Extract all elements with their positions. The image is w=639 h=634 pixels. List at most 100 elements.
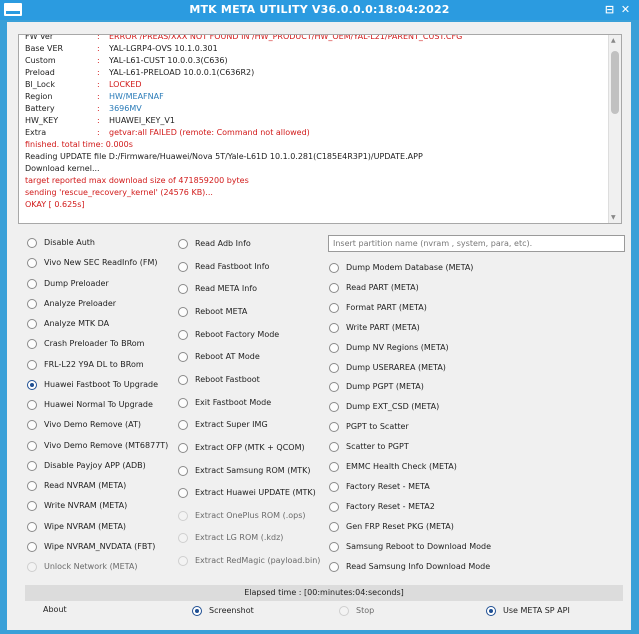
- radio-button[interactable]: [178, 329, 188, 340]
- option-label: Read PART (META): [346, 282, 419, 292]
- option-label: Dump PGPT (META): [346, 382, 424, 392]
- radio-button[interactable]: [178, 306, 188, 317]
- radio-button[interactable]: [27, 339, 37, 350]
- radio-button[interactable]: [178, 261, 188, 272]
- radio-button[interactable]: [178, 239, 188, 249]
- radio-button[interactable]: [27, 521, 37, 532]
- radio-button[interactable]: [178, 510, 188, 521]
- option-label: Exit Fastboot Mode: [195, 397, 272, 407]
- scroll-thumb[interactable]: [611, 51, 619, 114]
- radio-button[interactable]: [329, 561, 339, 572]
- option-label: Wipe NVRAM_NVDATA (FBT): [44, 541, 156, 551]
- radio-button[interactable]: [329, 362, 339, 373]
- radio-button[interactable]: [329, 541, 339, 552]
- radio-button[interactable]: [27, 238, 37, 248]
- option-label: Factory Reset - META: [346, 481, 430, 491]
- radio-button[interactable]: [27, 258, 37, 269]
- minimize-icon[interactable]: ⊟: [602, 2, 617, 17]
- log-key: Preload: [25, 68, 55, 77]
- radio-button[interactable]: [27, 379, 37, 390]
- option-label: Extract Samsung ROM (MTK): [195, 465, 311, 475]
- option-label: FRL-L22 Y9A DL to BRom: [44, 359, 144, 369]
- log-key: FW Ver: [25, 34, 54, 41]
- radio-button[interactable]: [27, 460, 37, 471]
- log-value: 3696MV: [109, 104, 142, 113]
- radio-button[interactable]: [329, 501, 339, 512]
- radio-button[interactable]: [329, 322, 339, 333]
- close-icon[interactable]: ✕: [618, 2, 633, 17]
- radio-button[interactable]: [329, 481, 339, 492]
- option-label: Huawei Normal To Upgrade: [44, 400, 153, 409]
- elapsed-time: Elapsed time : [00:minutes:04:seconds]: [25, 585, 623, 601]
- radio-button[interactable]: [178, 420, 188, 431]
- scroll-down-icon[interactable]: ▼: [611, 214, 616, 221]
- radio-button[interactable]: [329, 442, 339, 453]
- about-link[interactable]: About: [43, 605, 67, 619]
- log-value: HW/MEAFNAF: [109, 92, 164, 101]
- radio-button[interactable]: [178, 442, 188, 453]
- radio-button[interactable]: [329, 342, 339, 353]
- option-label: Extract OFP (MTK + QCOM): [195, 442, 305, 452]
- log-value: YAL-LGRP4-OVS 10.1.0.301: [109, 44, 218, 53]
- partition-name-input[interactable]: [328, 235, 625, 252]
- radio-button[interactable]: [192, 606, 202, 616]
- option-label: Reboot Factory Mode: [195, 329, 280, 339]
- radio-button[interactable]: [329, 462, 339, 472]
- radio-button[interactable]: [178, 556, 188, 567]
- log-key: Battery: [25, 104, 55, 113]
- radio-button[interactable]: [27, 400, 37, 410]
- radio-button[interactable]: [178, 397, 188, 408]
- radio-button[interactable]: [329, 521, 339, 532]
- option-label: Dump EXT_CSD (META): [346, 402, 440, 412]
- scroll-up-icon[interactable]: ▲: [611, 37, 616, 44]
- radio-button[interactable]: [329, 402, 339, 413]
- radio-button[interactable]: [27, 278, 37, 289]
- radio-button[interactable]: [27, 440, 37, 451]
- option-label: Read Adb Info: [195, 239, 251, 248]
- radio-button[interactable]: [339, 606, 349, 616]
- option-label: Reboot AT Mode: [195, 352, 260, 362]
- radio-button[interactable]: [329, 382, 339, 393]
- radio-button[interactable]: [329, 263, 339, 273]
- radio-button[interactable]: [27, 481, 37, 491]
- option-label: Read Samsung Info Download Mode: [346, 561, 491, 571]
- radio-button[interactable]: [178, 284, 188, 295]
- radio-button[interactable]: [27, 541, 37, 552]
- radio-button[interactable]: [27, 319, 37, 329]
- radio-button[interactable]: [329, 302, 339, 313]
- use-meta-sp-api-label: Use META SP API: [503, 606, 570, 615]
- radio-button[interactable]: [27, 359, 37, 370]
- option-label: Format PART (META): [346, 302, 427, 312]
- radio-button[interactable]: [27, 420, 37, 431]
- radio-button[interactable]: [329, 282, 339, 293]
- option-label: Extract Huawei UPDATE (MTK): [195, 488, 316, 498]
- log-value: getvar:all FAILED (remote: Command not a…: [109, 128, 310, 137]
- radio-button[interactable]: [329, 422, 339, 433]
- option-label: Reboot Fastboot: [195, 374, 260, 384]
- radio-button[interactable]: [27, 562, 37, 572]
- radio-button[interactable]: [178, 352, 188, 363]
- log-key: Region: [25, 92, 53, 101]
- log-key: Base VER: [25, 44, 64, 53]
- option-label: Extract LG ROM (.kdz): [195, 533, 284, 543]
- option-label: Write PART (META): [346, 322, 420, 332]
- log-scrollbar[interactable]: ▲ ▼: [608, 35, 621, 223]
- option-label: Reboot META: [195, 306, 248, 316]
- radio-button[interactable]: [27, 501, 37, 512]
- radio-button[interactable]: [178, 533, 188, 544]
- option-label: Vivo Demo Remove (AT): [44, 420, 141, 430]
- log-value: YAL-L61-PRELOAD 10.0.0.1(C636R2): [109, 68, 255, 77]
- option-label: Crash Preloader To BRom: [44, 339, 145, 349]
- radio-button[interactable]: [27, 298, 37, 309]
- log-line: Reading UPDATE file D:/Firmware/Huawei/N…: [25, 152, 423, 161]
- option-label: EMMC Health Check (META): [346, 462, 457, 471]
- radio-button[interactable]: [178, 374, 188, 385]
- option-label: Analyze Preloader: [44, 298, 117, 308]
- option-label: Dump Modem Database (META): [346, 263, 474, 272]
- radio-button[interactable]: [178, 465, 188, 476]
- title-bar: MTK META UTILITY V36.0.0.0:18:04:2022 ⊟ …: [0, 0, 639, 20]
- log-value: HUAWEI_KEY_V1: [109, 116, 175, 125]
- radio-button[interactable]: [486, 606, 496, 616]
- radio-button[interactable]: [178, 488, 188, 499]
- window-title: MTK META UTILITY V36.0.0.0:18:04:2022: [189, 3, 450, 16]
